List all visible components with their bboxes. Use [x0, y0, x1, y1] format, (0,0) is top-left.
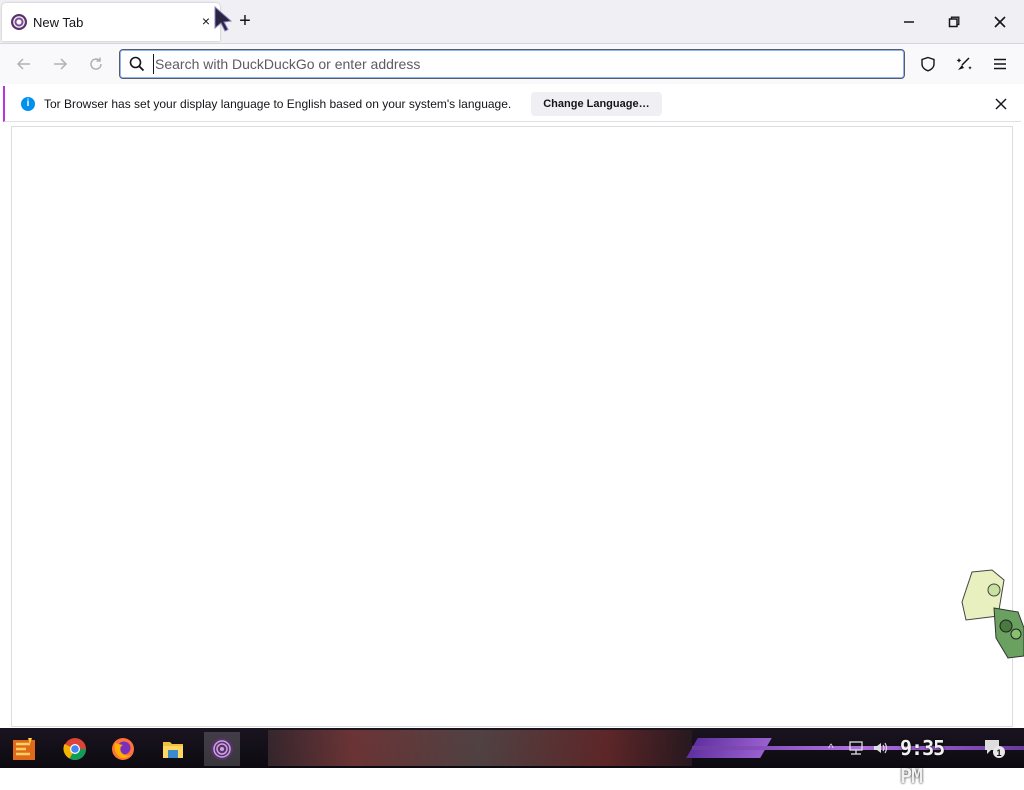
chrome-icon — [63, 738, 86, 760]
taskbar-firefox[interactable] — [105, 732, 141, 766]
notification-message: Tor Browser has set your display languag… — [44, 96, 512, 111]
reload-button[interactable] — [84, 52, 108, 76]
address-input[interactable]: Search with DuckDuckGo or enter address — [153, 54, 420, 74]
hamburger-menu-icon — [994, 58, 1006, 70]
start-button[interactable] — [6, 732, 42, 766]
change-language-button[interactable]: Change Language… — [531, 91, 662, 116]
speaker-icon — [874, 742, 888, 754]
tray-overflow-chevron[interactable]: ^ — [824, 738, 838, 758]
taskbar-file-explorer[interactable] — [155, 732, 191, 766]
folder-icon — [163, 742, 183, 758]
restore-icon — [948, 16, 960, 28]
reload-icon — [90, 57, 102, 70]
network-icon — [849, 741, 863, 755]
desktop-mascot-character — [961, 569, 1024, 659]
taskbar-wallpaper-decoration — [268, 730, 692, 766]
search-icon — [129, 56, 145, 72]
minimize-button[interactable] — [887, 6, 931, 38]
action-center-button[interactable]: 1 — [980, 738, 1008, 758]
navigation-toolbar: Search with DuckDuckGo or enter address — [0, 44, 1024, 84]
taskbar-chrome[interactable] — [57, 732, 93, 766]
firefox-icon — [112, 738, 134, 760]
back-arrow-icon — [16, 58, 30, 70]
address-bar[interactable]: Search with DuckDuckGo or enter address — [119, 49, 905, 79]
page-content-area[interactable] — [11, 126, 1013, 727]
taskbar-tor-browser[interactable] — [204, 732, 240, 766]
notification-close-button[interactable] — [993, 96, 1009, 112]
tab-close-icon[interactable]: × — [198, 13, 214, 29]
tab-title: New Tab — [33, 14, 84, 30]
forward-arrow-icon — [54, 58, 68, 70]
notification-icon: 1 — [985, 740, 1005, 758]
new-identity-button[interactable] — [952, 52, 976, 76]
taskbar: ^ 9:35 PM 1 — [0, 728, 1024, 788]
notification-count: 1 — [996, 748, 1001, 758]
forward-button[interactable] — [48, 52, 72, 76]
back-button[interactable] — [12, 52, 36, 76]
restore-button[interactable] — [932, 6, 976, 38]
close-icon — [995, 98, 1007, 110]
new-tab-button[interactable]: + — [234, 10, 256, 32]
broom-sparkle-icon — [956, 57, 972, 70]
shield-icon — [921, 56, 935, 72]
minimize-icon — [904, 21, 914, 23]
language-notification-bar: i Tor Browser has set your display langu… — [3, 86, 1021, 122]
tor-browser-icon — [211, 738, 233, 760]
taskbar-clock[interactable]: 9:35 PM — [900, 734, 964, 788]
tor-favicon-icon — [11, 14, 27, 30]
network-tray[interactable] — [846, 738, 866, 758]
start-menu-icon — [13, 738, 35, 760]
close-icon — [994, 16, 1006, 28]
tab-strip: New Tab × + — [0, 0, 1024, 44]
tab-new-tab[interactable]: New Tab × — [2, 3, 220, 41]
volume-tray[interactable] — [870, 738, 892, 758]
info-icon: i — [21, 96, 35, 111]
mouse-cursor-icon — [214, 6, 233, 32]
app-menu-button[interactable] — [988, 52, 1012, 76]
close-window-button[interactable] — [978, 6, 1022, 38]
security-level-button[interactable] — [916, 52, 940, 76]
